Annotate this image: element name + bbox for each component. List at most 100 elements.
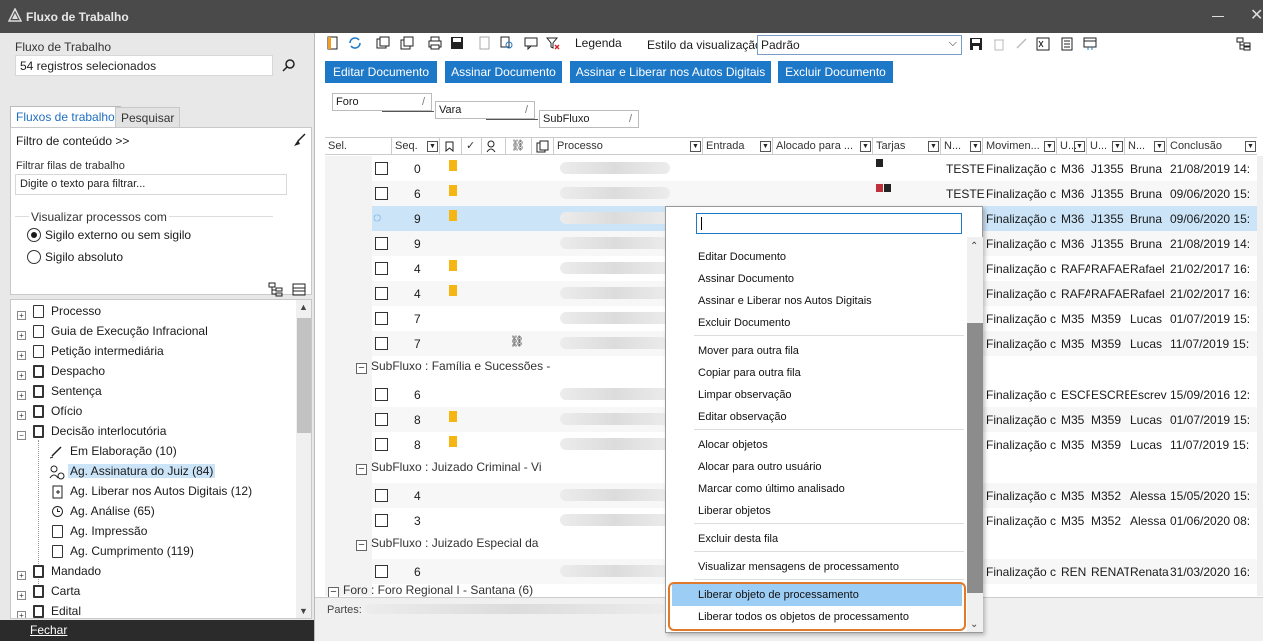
tree-item-despacho[interactable]: Despacho (51, 361, 105, 381)
tree-item-peticao[interactable]: Petição intermediária (51, 341, 164, 361)
row-checkbox[interactable] (375, 162, 388, 175)
chevron-down-icon[interactable]: ⌄ (970, 619, 978, 630)
expand-icon[interactable]: + (17, 371, 26, 380)
radio-absolute-label[interactable]: Sigilo absoluto (45, 250, 123, 264)
collapse-group-icon[interactable]: − (356, 540, 367, 551)
tree-item-decisao[interactable]: Decisão interlocutória (51, 421, 166, 441)
export-excel-icon[interactable] (1036, 37, 1050, 51)
table-row[interactable]: 6 TESTE Finalização c M36 J1355 Bruna 09/06/20… (372, 181, 1257, 206)
menu-move-queue[interactable]: Mover para outra fila (698, 345, 799, 357)
col-bookmark[interactable] (440, 138, 462, 155)
menu-allocate-user[interactable]: Alocar para outro usuário (698, 461, 822, 473)
new-document-icon[interactable] (326, 36, 340, 50)
legend-link[interactable]: Legenda (575, 36, 622, 50)
menu-sign-release[interactable]: Assinar e Liberar nos Autos Digitais (698, 295, 872, 307)
col-sel[interactable]: Sel. (325, 138, 392, 155)
expand-tree-icon[interactable] (268, 282, 284, 297)
menu-delete-document[interactable]: Excluir Documento (698, 317, 790, 329)
menu-edit-note[interactable]: Editar observação (698, 411, 787, 423)
tree-item-elaboracao[interactable]: Em Elaboração (10) (70, 441, 177, 461)
filter-dropdown-icon[interactable]: ▼ (427, 141, 438, 152)
subflux-especial[interactable]: − SubFluxo : Juizado Especial da (356, 531, 538, 556)
col-n2[interactable]: N... ▼ (1125, 138, 1167, 155)
radio-absolute[interactable] (27, 250, 41, 264)
filter-dropdown-icon[interactable]: ▼ (860, 141, 871, 152)
tree-item-carta[interactable]: Carta (51, 581, 80, 601)
menu-release-processing-object[interactable]: Liberar objeto de processamento (698, 589, 859, 601)
menu-release-objects[interactable]: Liberar objetos (698, 505, 771, 517)
delete-document-button[interactable]: Excluir Documento (778, 61, 893, 83)
style-select[interactable]: Padrão ⌵ (757, 35, 962, 55)
row-checkbox[interactable] (375, 438, 388, 451)
col-copy[interactable] (532, 138, 554, 155)
tree-item-impressao[interactable]: Ag. Impressão (70, 521, 147, 541)
group-subfluxo[interactable]: SubFluxo / (539, 110, 639, 128)
tab-pesquisar[interactable]: Pesquisar (115, 107, 181, 128)
tree-view-icon[interactable] (1236, 37, 1252, 51)
expand-icon[interactable]: + (17, 411, 26, 420)
copy-check-icon[interactable] (376, 36, 390, 50)
save-icon[interactable] (969, 37, 983, 51)
chevron-up-icon[interactable]: ⌃ (970, 241, 978, 252)
tree-item-processo[interactable]: Processo (51, 301, 101, 321)
menu-delete-from-queue[interactable]: Excluir desta fila (698, 533, 778, 545)
menu-clear-note[interactable]: Limpar observação (698, 389, 792, 401)
col-entrada[interactable]: Entrada ▼ (703, 138, 773, 155)
expand-icon[interactable]: + (17, 591, 26, 600)
sign-document-button[interactable]: Assinar Documento (445, 61, 562, 83)
broom-icon[interactable] (292, 133, 306, 147)
radio-external-label[interactable]: Sigilo externo ou sem sigilo (45, 228, 191, 242)
menu-search-input[interactable] (696, 213, 962, 234)
col-n[interactable]: N... ▼ (941, 138, 983, 155)
refresh-icon[interactable] (348, 36, 362, 50)
col-processo[interactable]: Processo ▼ (554, 138, 703, 155)
filter-queues-input[interactable]: Digite o texto para filtrar... (15, 174, 287, 195)
subflux-criminal[interactable]: − SubFluxo : Juizado Criminal - Vi (356, 455, 542, 480)
menu-mark-last[interactable]: Marcar como último analisado (698, 483, 845, 495)
col-link[interactable]: ⛓ (506, 138, 532, 155)
tree-item-oficio[interactable]: Ofício (51, 401, 82, 421)
filter-dropdown-icon[interactable]: ▼ (928, 141, 939, 152)
expand-icon[interactable]: + (17, 311, 26, 320)
collapse-tree-icon[interactable] (292, 283, 306, 296)
row-checkbox[interactable] (375, 388, 388, 401)
filter-dropdown-icon[interactable]: ▼ (760, 141, 771, 152)
filter-dropdown-icon[interactable]: ▼ (970, 141, 981, 152)
expand-icon[interactable]: + (17, 571, 26, 580)
menu-scroll-thumb[interactable] (967, 323, 983, 593)
records-field[interactable]: 54 registros selecionados (15, 55, 273, 76)
tree-item-edital[interactable]: Edital (51, 601, 81, 618)
save-all-icon[interactable] (450, 36, 464, 50)
content-filter-link[interactable]: Filtro de conteúdo >> (16, 134, 129, 148)
table-row[interactable]: 0 TESTE Finalização c M36 J1355 Bruna 21/08/20… (372, 156, 1257, 181)
tree-item-analise[interactable]: Ag. Análise (65) (70, 501, 155, 521)
expand-icon[interactable]: + (17, 351, 26, 360)
tree-item-guia[interactable]: Guia de Execução Infracional (51, 321, 208, 341)
tree-item-mandado[interactable]: Mandado (51, 561, 101, 581)
filter-dropdown-icon[interactable]: ▼ (690, 141, 701, 152)
filter-dropdown-icon[interactable]: ▼ (1074, 141, 1085, 152)
subflux-familia[interactable]: − SubFluxo : Família e Sucessões - (356, 354, 550, 379)
tree-scroll-thumb[interactable] (297, 318, 311, 433)
delete-icon[interactable] (992, 37, 1006, 51)
row-checkbox[interactable] (375, 337, 388, 350)
foro-group[interactable]: − Foro : Foro Regional I - Santana (6) (328, 583, 533, 597)
col-conclusao[interactable]: Conclusão ▼ (1167, 138, 1257, 155)
col-u2[interactable]: U... ▼ (1087, 138, 1125, 155)
comment-icon[interactable] (524, 36, 538, 50)
col-check[interactable]: ✓ (462, 138, 482, 155)
menu-edit-document[interactable]: Editar Documento (698, 251, 786, 263)
row-checkbox[interactable] (375, 514, 388, 527)
collapse-icon[interactable]: − (17, 431, 26, 440)
menu-release-all-processing[interactable]: Liberar todos os objetos de processament… (698, 611, 909, 623)
tree-item-sentenca[interactable]: Sentença (51, 381, 102, 401)
close-button[interactable]: Fechar (0, 620, 314, 641)
search-document-icon[interactable] (500, 36, 514, 50)
menu-sign-document[interactable]: Assinar Documento (698, 273, 794, 285)
copy-icon[interactable] (400, 36, 414, 50)
filter-dropdown-icon[interactable]: ▼ (1154, 141, 1165, 152)
search-icon[interactable] (282, 58, 296, 72)
edit-icon[interactable] (1014, 37, 1028, 51)
row-checkbox[interactable] (375, 237, 388, 250)
row-checkbox[interactable] (375, 489, 388, 502)
